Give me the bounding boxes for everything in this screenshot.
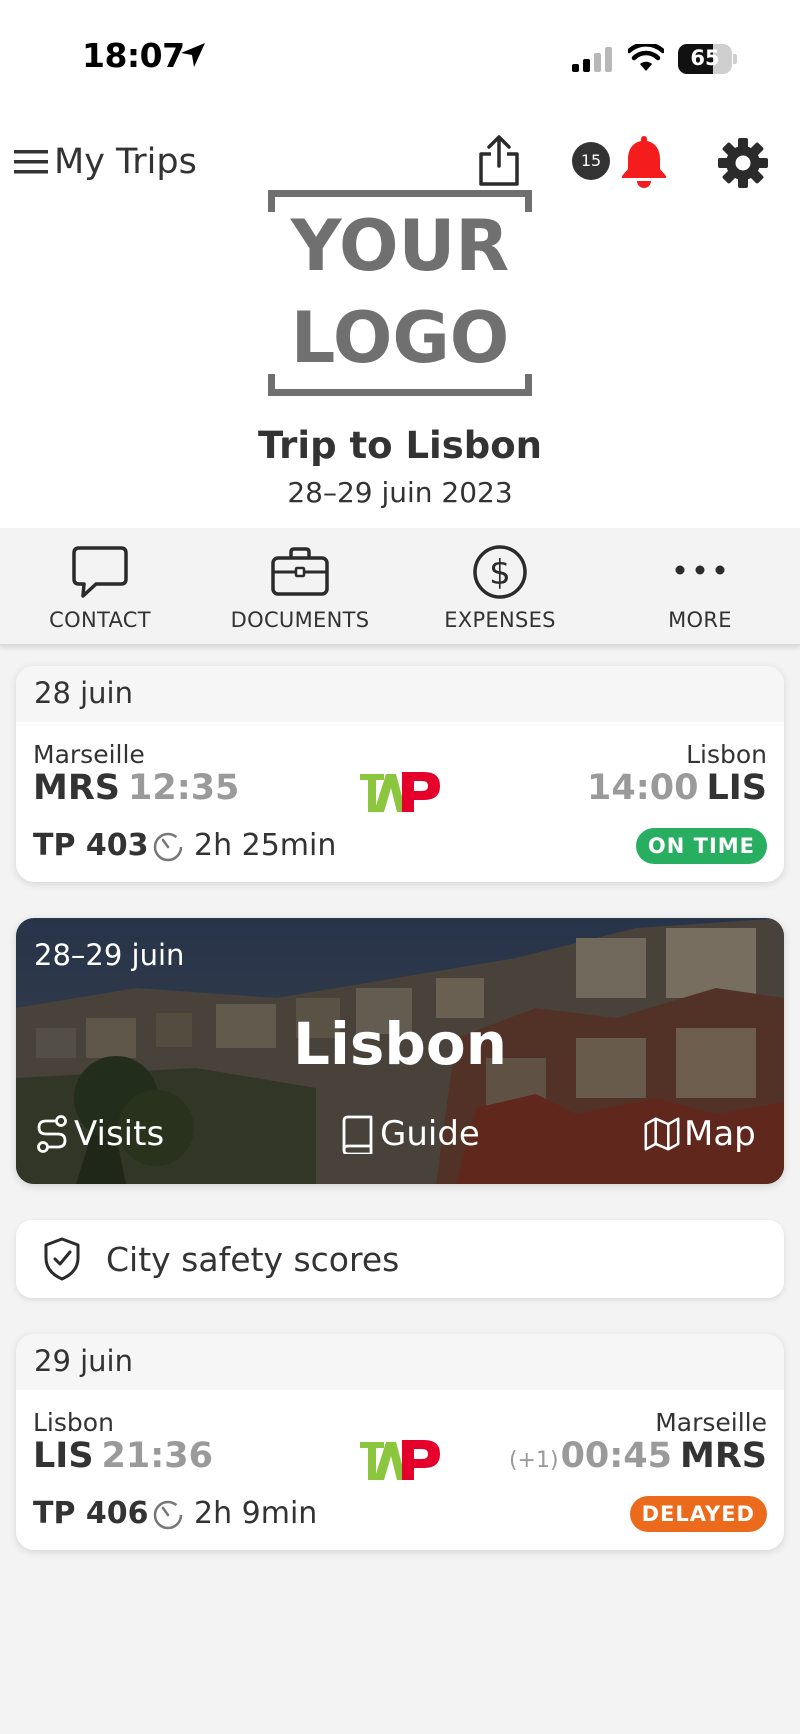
more-button[interactable]: MORE [600, 528, 800, 644]
your-logo-image: YOUR LOGO [268, 190, 532, 396]
svg-text:$: $ [489, 553, 511, 593]
arrival: 14:00 LIS [587, 768, 767, 808]
notification-count-badge[interactable]: 15 [572, 142, 610, 180]
timer-icon [153, 1500, 183, 1529]
flight-status-badge: DELAYED [629, 1496, 767, 1532]
flight-number: TP 403 [33, 828, 149, 863]
wifi-icon [628, 44, 664, 71]
flight-number: TP 406 [33, 1496, 149, 1531]
arrival-airport-code: LIS [706, 768, 767, 808]
route-icon [37, 1115, 67, 1153]
city-safety-scores-button[interactable]: City safety scores [16, 1220, 784, 1298]
book-icon [342, 1115, 373, 1154]
trip-title: Trip to Lisbon [258, 424, 542, 467]
arrival-day-offset: (+1) [508, 1448, 559, 1473]
location-arrow-icon [181, 43, 205, 67]
documents-button[interactable]: DOCUMENTS [200, 528, 400, 644]
bell-icon[interactable] [618, 134, 670, 188]
briefcase-icon [271, 547, 329, 596]
more-label: MORE [668, 608, 732, 632]
safety-label: City safety scores [106, 1239, 400, 1279]
flight-card[interactable]: 29 juin Lisbon Marseille LIS 21:36 (+1)00… [16, 1334, 784, 1550]
flight-duration-text: 2h 25min [194, 828, 337, 863]
logo-line-2: LOGO [291, 297, 510, 379]
arrival-airport-code: MRS [680, 1436, 767, 1476]
guide-button[interactable]: Guide [340, 1114, 480, 1154]
city-dates: 28–29 juin [34, 938, 185, 972]
map-icon [644, 1117, 680, 1151]
departure-airport-code: LIS [33, 1436, 94, 1476]
visits-label: Visits [74, 1114, 165, 1154]
contact-label: CONTACT [49, 608, 151, 632]
tap-airline-logo [360, 772, 440, 812]
tap-airline-logo [360, 1440, 440, 1480]
departure-time: 21:36 [101, 1436, 213, 1476]
flight-duration: 2h 9min [152, 1496, 317, 1531]
guide-label: Guide [380, 1114, 480, 1154]
shield-check-icon [44, 1237, 80, 1281]
battery-cap [733, 54, 737, 64]
map-label: Map [684, 1114, 756, 1154]
visits-button[interactable]: Visits [34, 1114, 164, 1154]
settings-gear-icon[interactable] [716, 136, 770, 190]
flight-card[interactable]: 28 juin Marseille Lisbon MRS 12:35 14:00 L… [16, 666, 784, 882]
cellular-signal-icon [572, 47, 612, 72]
chat-bubble-icon [72, 546, 128, 598]
departure: LIS 21:36 [33, 1436, 213, 1476]
timer-icon [153, 832, 183, 861]
hamburger-menu-icon [14, 150, 48, 174]
battery-icon: 65 [678, 44, 732, 74]
documents-label: DOCUMENTS [230, 608, 370, 632]
map-button[interactable]: Map [644, 1114, 756, 1154]
arrival-city: Marseille [655, 1408, 767, 1437]
expenses-button[interactable]: $ EXPENSES [400, 528, 600, 644]
trip-dates: 28–29 juin 2023 [287, 476, 513, 509]
arrival: (+1)00:45 MRS [509, 1436, 767, 1476]
flight-status-badge: ON TIME [635, 828, 767, 864]
more-dots-icon [675, 565, 725, 575]
logo-line-1: YOUR [290, 205, 509, 287]
city-card-lisbon[interactable]: 28–29 juin Lisbon Visits Guide Map [16, 918, 784, 1184]
arrival-time: 14:00 [587, 768, 699, 808]
departure-city: Marseille [33, 740, 145, 769]
expenses-label: EXPENSES [444, 608, 556, 632]
city-name: Lisbon [292, 1010, 508, 1078]
flight-date: 28 juin [16, 666, 784, 722]
dollar-circle-icon: $ [473, 545, 527, 599]
departure-time: 12:35 [128, 768, 240, 808]
arrival-time: 00:45 [560, 1436, 672, 1476]
flight-details: Lisbon Marseille LIS 21:36 (+1)00:45 MRS T… [16, 1390, 784, 1550]
departure-city: Lisbon [33, 1408, 114, 1437]
flight-date: 29 juin [16, 1334, 784, 1390]
departure-airport-code: MRS [33, 768, 120, 808]
my-trips-menu-button[interactable]: My Trips [14, 142, 197, 182]
battery-percent: 65 [690, 46, 720, 70]
flight-details: Marseille Lisbon MRS 12:35 14:00 LIS TP 40… [16, 722, 784, 882]
departure: MRS 12:35 [33, 768, 239, 808]
quick-actions-bar: CONTACT DOCUMENTS $ EXPENSES MORE [0, 528, 800, 646]
share-icon[interactable] [476, 134, 522, 188]
flight-duration: 2h 25min [152, 828, 336, 863]
status-time: 18:07 [82, 36, 185, 75]
arrival-city: Lisbon [686, 740, 767, 769]
contact-button[interactable]: CONTACT [0, 528, 200, 644]
flight-duration-text: 2h 9min [194, 1496, 318, 1531]
my-trips-label: My Trips [54, 142, 197, 182]
